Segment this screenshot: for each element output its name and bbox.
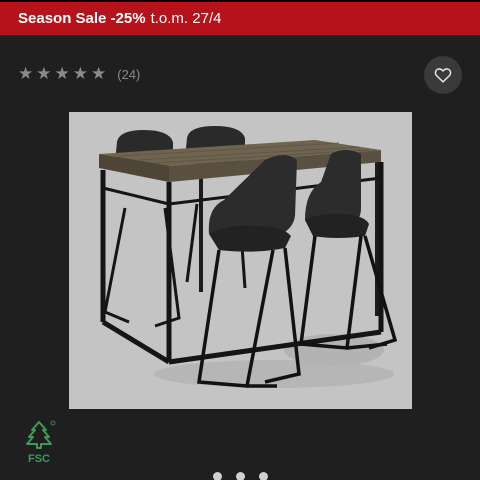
pager-dot[interactable] — [235, 472, 245, 480]
star-icon: ★ — [18, 63, 34, 84]
star-icon: ★ — [72, 63, 88, 84]
star-icon: ★ — [54, 63, 70, 84]
star-icon: ★ — [36, 63, 52, 84]
product-rating[interactable]: ★ ★ ★ ★ ★ (24) — [18, 63, 140, 85]
sale-banner[interactable]: Season Sale -25% t.o.m. 27/4 — [0, 2, 480, 35]
bar-table-set-image — [99, 126, 398, 388]
fsc-tree-icon: FSC — [26, 420, 56, 465]
image-pager[interactable] — [0, 472, 480, 480]
product-image[interactable] — [69, 112, 412, 409]
pager-dot[interactable] — [212, 472, 222, 480]
sale-period: t.o.m. 27/4 — [150, 10, 222, 27]
pager-dot[interactable] — [258, 472, 268, 480]
rating-stars: ★ ★ ★ ★ ★ — [18, 63, 109, 84]
fsc-logo: FSC — [20, 418, 58, 466]
favorite-button[interactable] — [424, 56, 462, 94]
star-icon: ★ — [91, 63, 107, 84]
heart-icon — [434, 68, 452, 83]
fsc-label: FSC — [28, 453, 50, 465]
review-count: (24) — [117, 66, 141, 82]
sale-label: Season Sale -25% — [18, 10, 146, 27]
